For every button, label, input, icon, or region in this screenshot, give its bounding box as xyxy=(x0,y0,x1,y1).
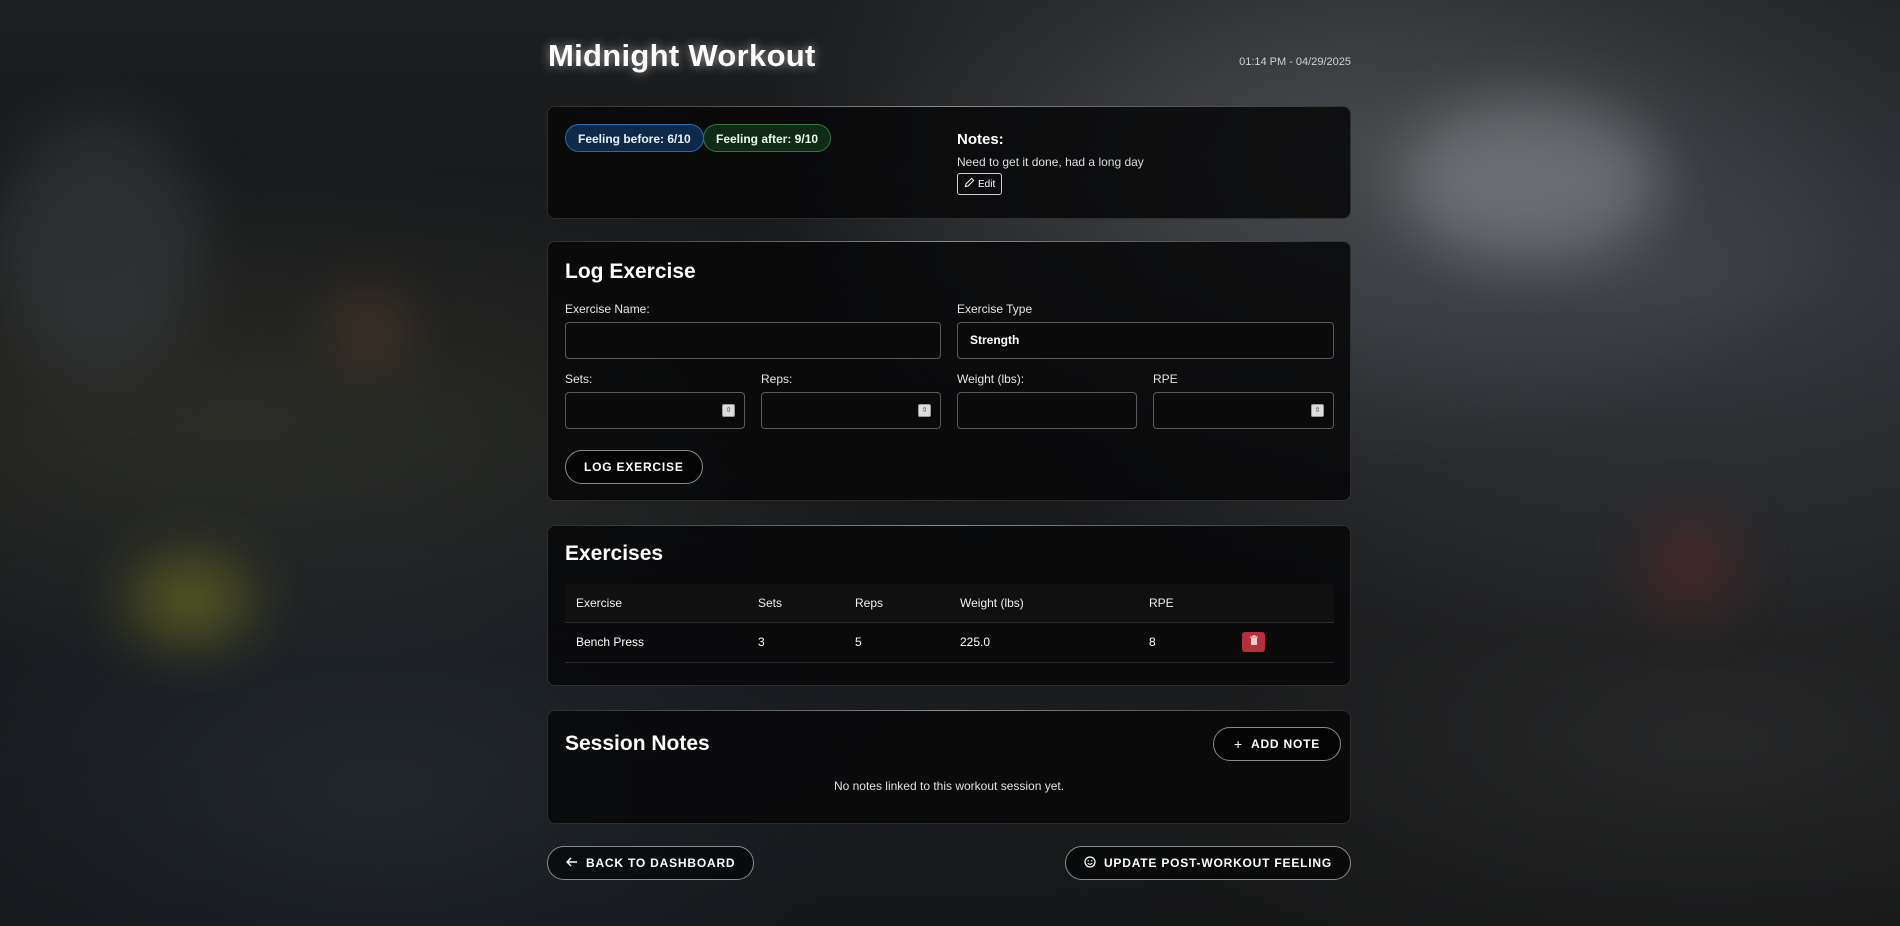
log-exercise-button[interactable]: LOG EXERCISE xyxy=(565,450,703,484)
exercise-type-select[interactable]: Strength xyxy=(957,322,1334,359)
pencil-icon xyxy=(964,177,975,191)
column-header-sets: Sets xyxy=(758,596,783,610)
update-feeling-label: UPDATE POST-WORKOUT FEELING xyxy=(1103,856,1332,870)
background-blur xyxy=(340,300,400,360)
edit-label: Edit xyxy=(978,178,996,190)
column-header-exercise: Exercise xyxy=(576,596,623,610)
delete-exercise-button[interactable] xyxy=(1242,632,1265,652)
summary-card: Feeling before: 6/10 Feeling after: 9/10… xyxy=(547,106,1351,219)
column-header-weight: Weight (lbs) xyxy=(960,596,1024,610)
add-note-button[interactable]: + ADD NOTE xyxy=(1213,727,1342,761)
cell-exercise: Bench Press xyxy=(576,635,645,649)
smile-icon xyxy=(1084,855,1096,871)
trash-icon xyxy=(1249,633,1259,651)
background-blur xyxy=(1400,100,1660,260)
log-exercise-button-label: LOG EXERCISE xyxy=(584,460,684,474)
sets-input[interactable]: ⇳ xyxy=(565,392,745,429)
cell-weight: 225.0 xyxy=(960,635,991,649)
weight-input[interactable] xyxy=(957,392,1137,429)
arrow-left-icon xyxy=(566,856,578,870)
weight-label: Weight (lbs): xyxy=(957,372,1025,386)
notes-label: Notes: xyxy=(957,131,1004,148)
rpe-label: RPE xyxy=(1153,372,1178,386)
session-timestamp: 01:14 PM - 04/29/2025 xyxy=(1239,56,1351,68)
reps-label: Reps: xyxy=(761,372,793,386)
feeling-before-badge: Feeling before: 6/10 xyxy=(565,124,704,152)
exercise-type-label: Exercise Type xyxy=(957,302,1033,316)
exercises-title: Exercises xyxy=(565,542,664,565)
reps-stepper[interactable]: ⇳ xyxy=(918,404,931,417)
exercise-name-input[interactable] xyxy=(565,322,941,359)
rpe-input[interactable]: ⇳ xyxy=(1153,392,1334,429)
edit-notes-button[interactable]: Edit xyxy=(957,173,1003,195)
feeling-after-badge: Feeling after: 9/10 xyxy=(703,124,832,152)
exercise-name-label: Exercise Name: xyxy=(565,302,650,316)
empty-notes-message: No notes linked to this workout session … xyxy=(833,779,1065,793)
back-to-dashboard-label: BACK TO DASHBOARD xyxy=(586,856,736,870)
back-to-dashboard-button[interactable]: BACK TO DASHBOARD xyxy=(547,846,755,880)
plus-icon: + xyxy=(1234,736,1243,752)
cell-sets: 3 xyxy=(758,635,765,649)
update-feeling-button[interactable]: UPDATE POST-WORKOUT FEELING xyxy=(1064,846,1351,880)
cell-rpe: 8 xyxy=(1149,635,1156,649)
column-header-rpe: RPE xyxy=(1149,596,1174,610)
column-header-reps: Reps xyxy=(855,596,884,610)
background-blur xyxy=(1650,520,1730,610)
notes-text: Need to get it done, had a long day xyxy=(957,155,1144,169)
cell-reps: 5 xyxy=(855,635,862,649)
add-note-label: ADD NOTE xyxy=(1250,737,1321,751)
exercises-table-header: Exercise Sets Reps Weight (lbs) RPE xyxy=(565,584,1334,623)
session-notes-title: Session Notes xyxy=(565,732,710,755)
sets-stepper[interactable]: ⇳ xyxy=(722,404,735,417)
table-row: Bench Press 3 5 225.0 8 xyxy=(565,622,1334,663)
exercises-card: Exercises Exercise Sets Reps Weight (lbs… xyxy=(547,525,1351,686)
background-blur xyxy=(130,560,250,640)
log-exercise-card: Log Exercise Exercise Name: Exercise Typ… xyxy=(547,241,1351,501)
page-title: Midnight Workout xyxy=(548,38,816,73)
reps-input[interactable]: ⇳ xyxy=(761,392,941,429)
workout-page: Midnight Workout 01:14 PM - 04/29/2025 F… xyxy=(547,0,1351,880)
session-notes-card: Session Notes + ADD NOTE No notes linked… xyxy=(547,710,1351,824)
log-exercise-title: Log Exercise xyxy=(565,260,696,283)
rpe-stepper[interactable]: ⇳ xyxy=(1311,404,1324,417)
sets-label: Sets: xyxy=(565,372,593,386)
page-header: Midnight Workout 01:14 PM - 04/29/2025 xyxy=(547,0,1351,106)
background-blur xyxy=(0,120,200,380)
